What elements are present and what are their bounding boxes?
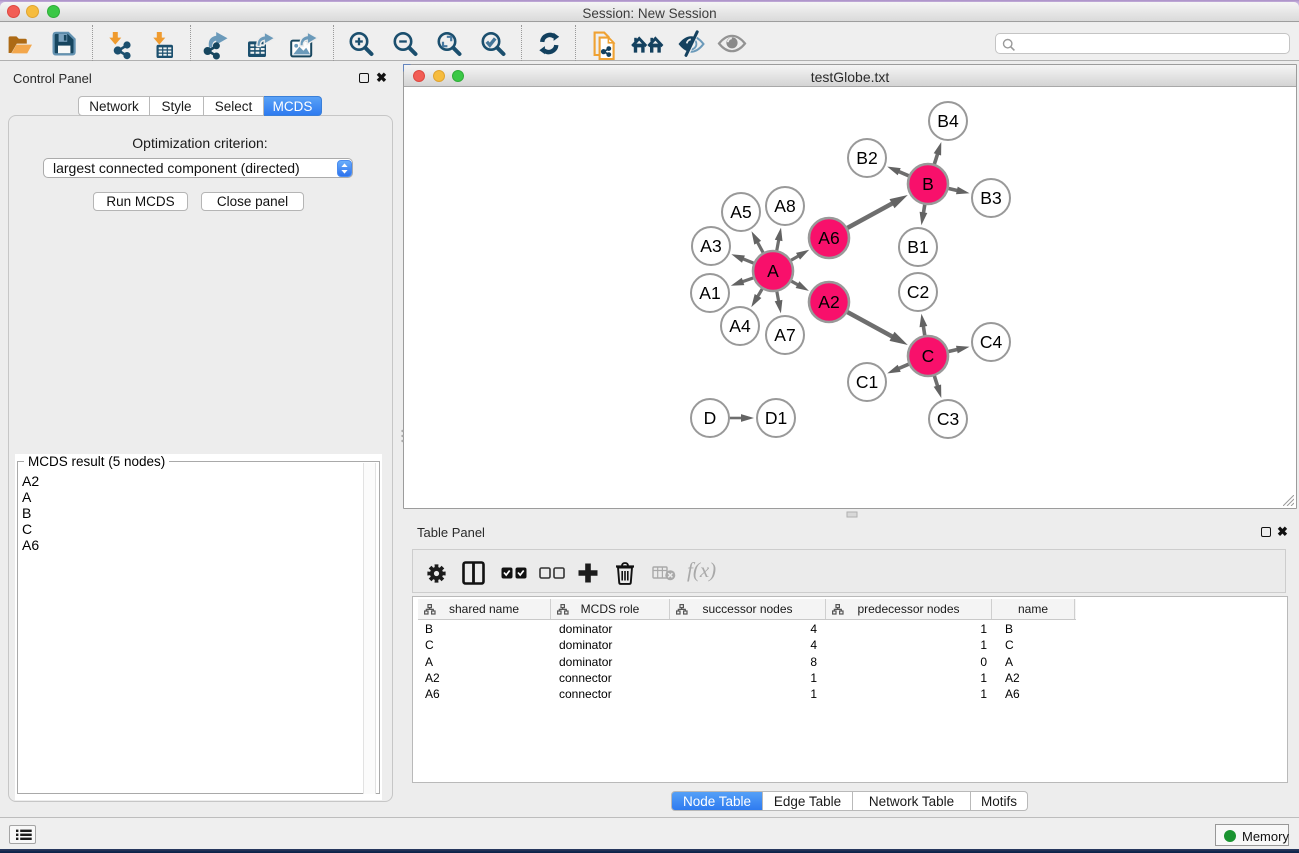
svg-text:A3: A3 xyxy=(700,236,721,256)
svg-text:A6: A6 xyxy=(818,228,839,248)
svg-text:C3: C3 xyxy=(937,409,959,429)
svg-text:B1: B1 xyxy=(907,237,928,257)
svg-text:A2: A2 xyxy=(818,292,839,312)
svg-text:A4: A4 xyxy=(729,316,751,336)
svg-text:D1: D1 xyxy=(765,408,787,428)
svg-text:B4: B4 xyxy=(937,111,959,131)
svg-text:B: B xyxy=(922,174,934,194)
svg-text:A1: A1 xyxy=(699,283,720,303)
svg-text:A8: A8 xyxy=(774,196,795,216)
svg-text:C: C xyxy=(922,346,935,366)
svg-text:B3: B3 xyxy=(980,188,1001,208)
svg-text:B2: B2 xyxy=(856,148,877,168)
svg-text:C1: C1 xyxy=(856,372,878,392)
svg-text:A: A xyxy=(767,261,779,281)
svg-text:D: D xyxy=(704,408,717,428)
svg-text:A5: A5 xyxy=(730,202,751,222)
svg-text:C2: C2 xyxy=(907,282,929,302)
svg-text:C4: C4 xyxy=(980,332,1003,352)
svg-text:A7: A7 xyxy=(774,325,795,345)
